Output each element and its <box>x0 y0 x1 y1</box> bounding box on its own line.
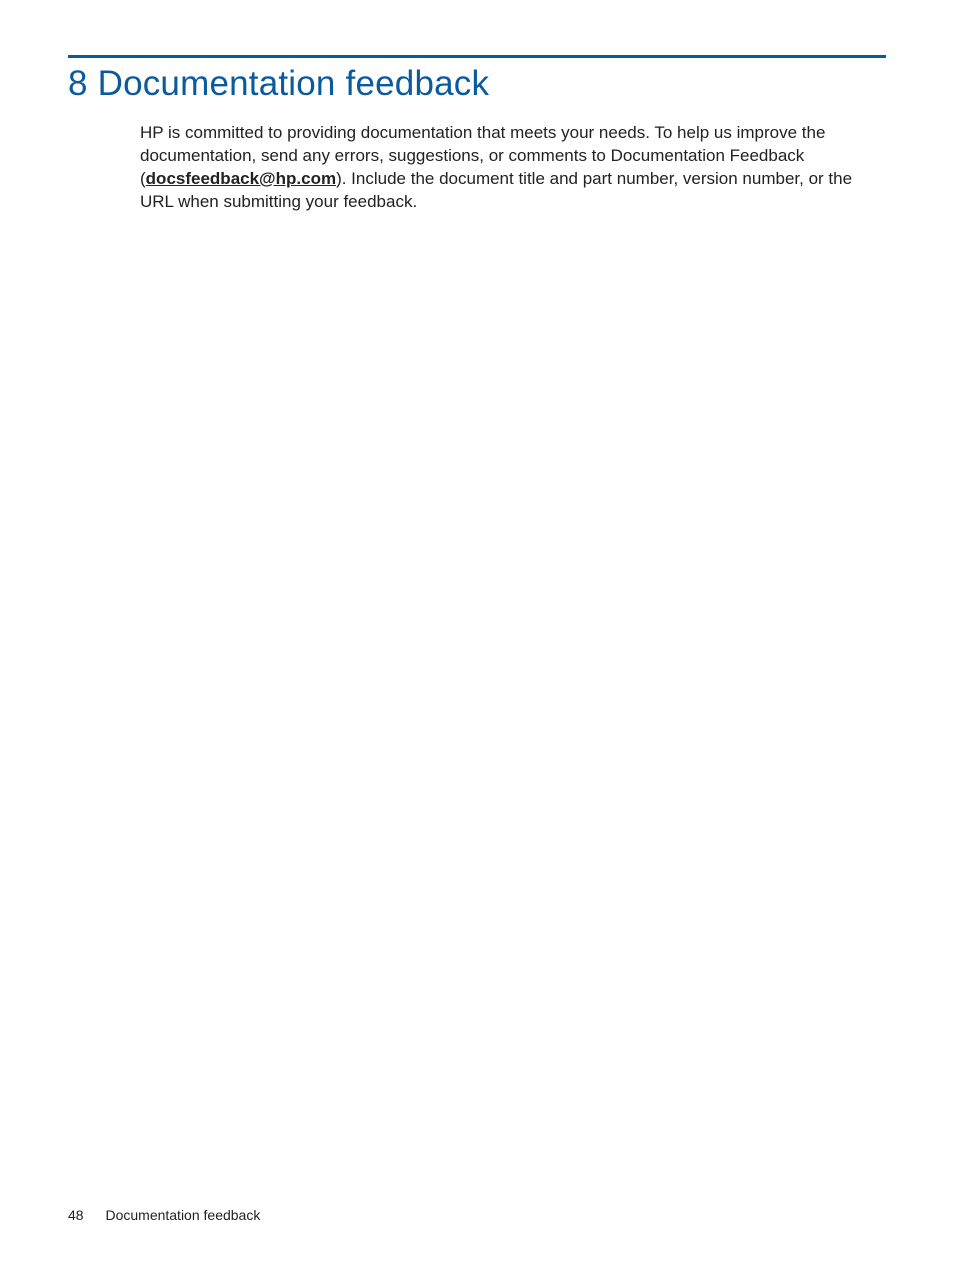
header-rule <box>68 55 886 58</box>
body-paragraph: HP is committed to providing documentati… <box>140 122 886 214</box>
chapter-title: 8 Documentation feedback <box>68 64 886 104</box>
page-content: 8 Documentation feedback HP is committed… <box>0 0 954 214</box>
footer-section-title: Documentation feedback <box>105 1207 260 1223</box>
page-number: 48 <box>68 1207 84 1223</box>
page-footer: 48 Documentation feedback <box>68 1207 260 1223</box>
feedback-email-link[interactable]: docsfeedback@hp.com <box>146 169 336 188</box>
